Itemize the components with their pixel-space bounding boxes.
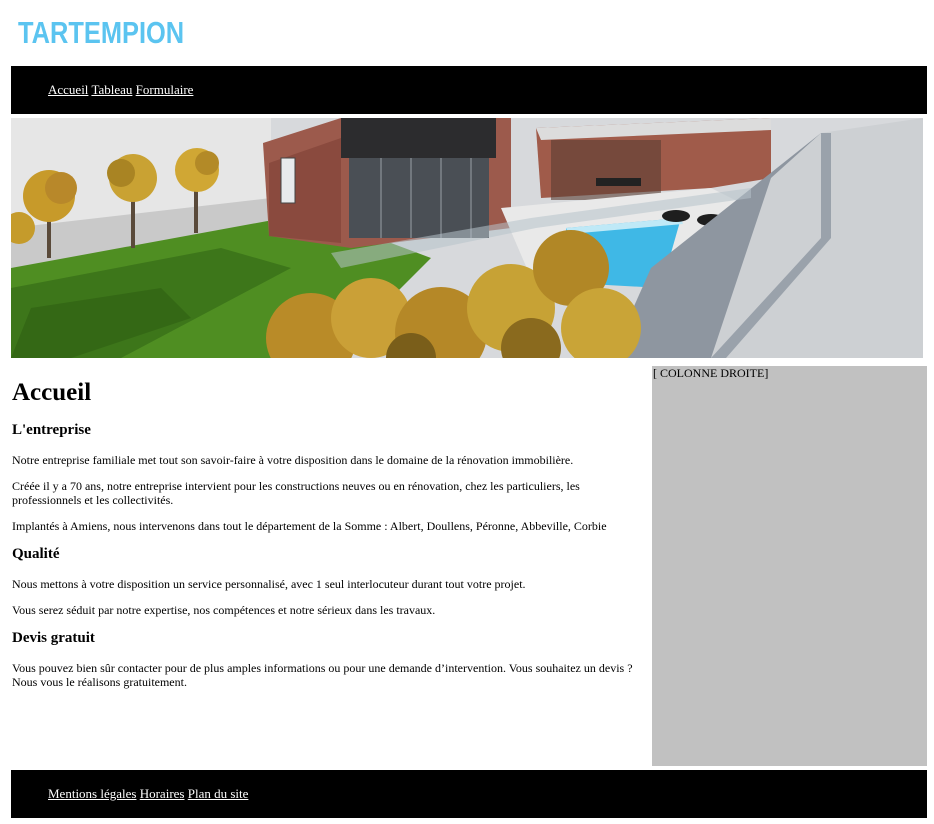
paragraph: Implantés à Amiens, nous intervenons dan… [12,518,607,533]
nav-link-tableau[interactable]: Tableau [91,82,132,97]
footer-navigation: Mentions légales Horaires Plan du site [11,770,927,818]
footer-link-mentions[interactable]: Mentions légales [48,786,136,801]
nav-link-accueil[interactable]: Accueil [48,82,88,97]
page: TARTEMPION Accueil Tableau Formulaire Ac… [0,0,934,824]
right-column: [ COLONNE DROITE] [652,366,927,766]
paragraph: Vous serez séduit par notre expertise, n… [12,602,436,617]
top-navigation: Accueil Tableau Formulaire [11,66,927,114]
section-heading-entreprise: L'entreprise [12,421,91,438]
section-heading-devis: Devis gratuit [12,629,95,646]
paragraph: Vous pouvez bien sûr contacter pour de p… [12,660,633,689]
page-title: Accueil [12,379,92,406]
footer-link-horaires[interactable]: Horaires [140,786,185,801]
section-heading-qualite: Qualité [12,545,60,562]
right-column-label: [ COLONNE DROITE] [653,366,769,380]
house-pool-render-image [11,118,923,358]
site-logo[interactable]: TARTEMPION [12,4,212,60]
main-content: Accueil L'entreprise Notre entreprise fa… [12,372,652,701]
nav-link-formulaire[interactable]: Formulaire [136,82,194,97]
paragraph: Créée il y a 70 ans, notre entreprise in… [12,478,580,507]
brand-name: TARTEMPION [18,14,185,50]
paragraph: Notre entreprise familiale met tout son … [12,452,574,467]
footer-link-plan[interactable]: Plan du site [188,786,249,801]
hero-image [11,118,923,358]
paragraph: Nous mettons à votre disposition un serv… [12,576,526,591]
